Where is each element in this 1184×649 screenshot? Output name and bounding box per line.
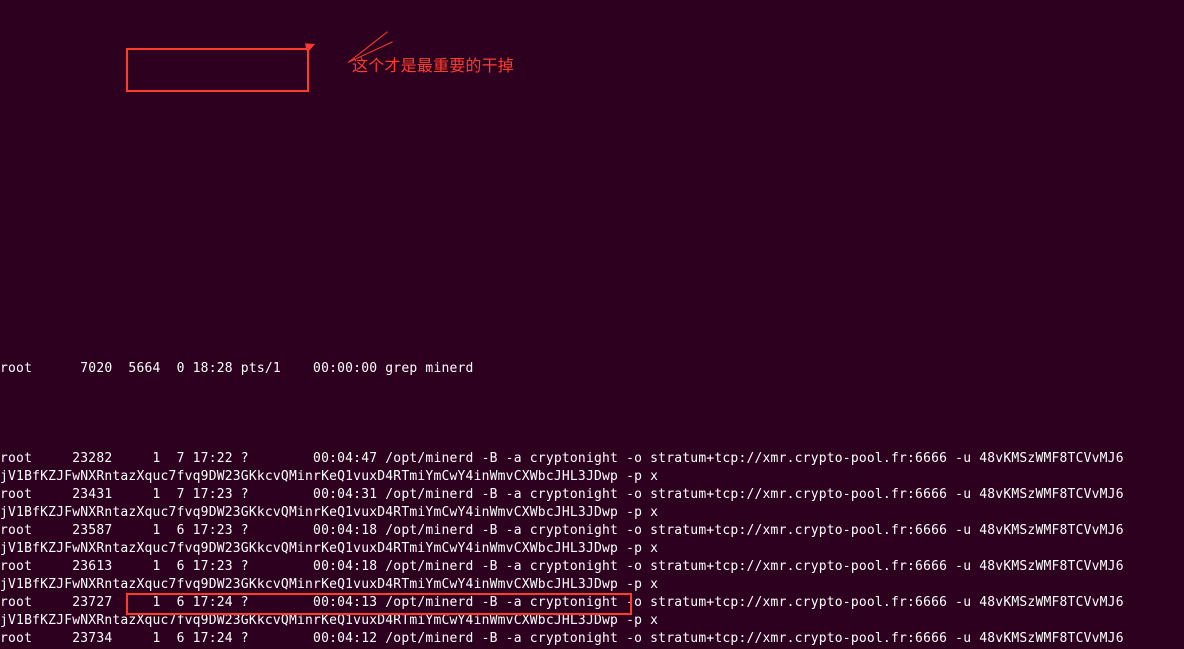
proc-row-wrap: jV1BfKZJFwNXRntazXquc7fvq9DW23GKkcvQMinr… (0, 468, 1184, 486)
prompt-vim: [root@gold opt]# vim minerd (0, 216, 1184, 234)
proc-row: root 23727 1 6 17:24 ? 00:04:13 /opt/min… (0, 594, 1184, 612)
terminal-window[interactable]: [root@gold ~]# cd /opt/ [root@gold opt]#… (0, 0, 1184, 649)
proc-row-wrap: jV1BfKZJFwNXRntazXquc7fvq9DW23GKkcvQMinr… (0, 612, 1184, 630)
prompt-ps: [root@gold opt]# ps -ef| grep minerd (0, 270, 1184, 288)
proc-row: root 23431 1 7 17:23 ? 00:04:31 /opt/min… (0, 486, 1184, 504)
proc-row-wrap: jV1BfKZJFwNXRntazXquc7fvq9DW23GKkcvQMinr… (0, 576, 1184, 594)
proc-row: root 23282 1 7 17:22 ? 00:04:47 /opt/min… (0, 450, 1184, 468)
ls-output-line: vminerd _rh (0, 162, 1184, 180)
proc-row-grep: root 7020 5664 0 18:28 pts/1 00:00:00 gr… (0, 360, 1184, 378)
proc-cell: root 7020 5664 0 18:28 pts/1 00:00:00 gr… (0, 361, 474, 376)
proc-row-wrap: jV1BfKZJFwNXRntazXquc7fvq9DW23GKkcvQMinr… (0, 504, 1184, 522)
annotation-text: 这个才是最重要的干掉 (352, 52, 514, 76)
prompt-ls: [root@gold opt]# ls (0, 108, 1184, 126)
proc-row: root 23734 1 6 17:24 ? 00:04:12 /opt/min… (0, 630, 1184, 648)
proc-row: root 23613 1 6 17:23 ? 00:04:18 /opt/min… (0, 558, 1184, 576)
proc-row: root 23587 1 6 17:23 ? 00:04:18 /opt/min… (0, 522, 1184, 540)
proc-row-wrap: jV1BfKZJFwNXRntazXquc7fvq9DW23GKkcvQMinr… (0, 540, 1184, 558)
prompt-cd: [root@gold ~]# cd /opt/ (0, 54, 1184, 72)
